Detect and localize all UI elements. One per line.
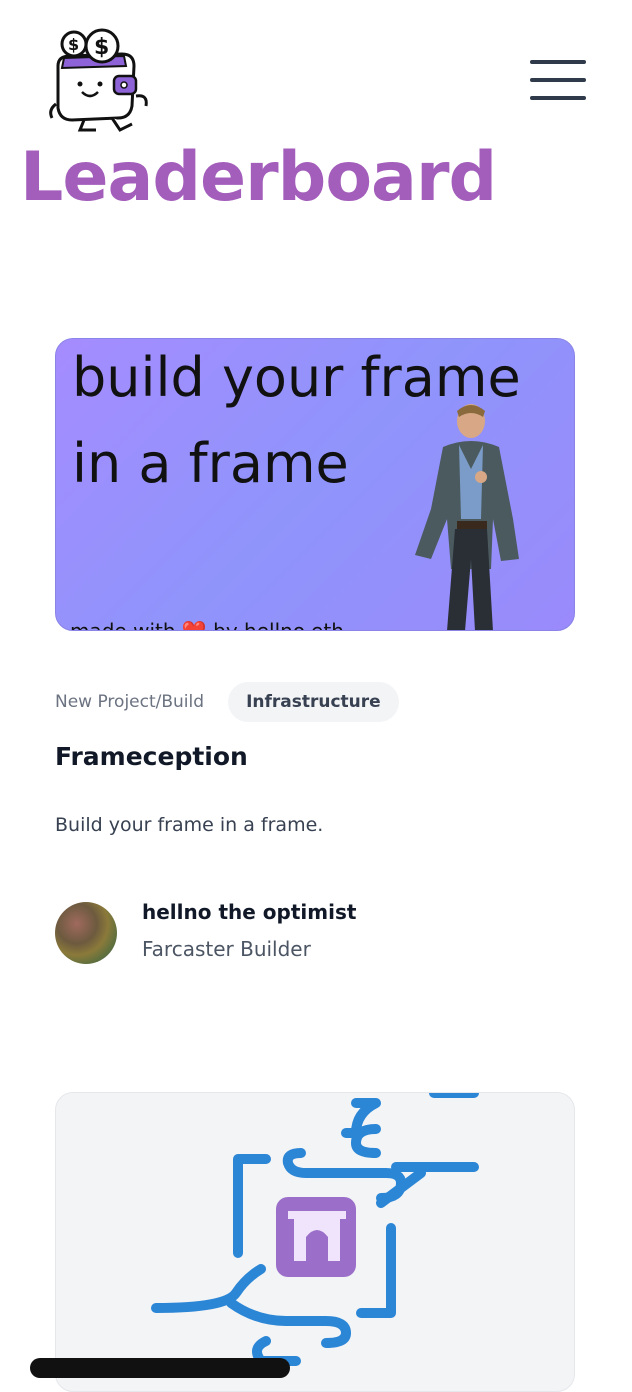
arch-frame-icon	[151, 1093, 479, 1366]
tag-badge[interactable]: Infrastructure	[228, 682, 399, 722]
author-role: Farcaster Builder	[142, 937, 311, 961]
project-description: Build your frame in a frame.	[55, 814, 324, 836]
project-image[interactable]	[55, 1092, 575, 1392]
avatar	[55, 902, 117, 964]
menu-button[interactable]	[530, 60, 586, 102]
walking-man-image	[415, 404, 519, 630]
bottom-nav-bar[interactable]	[30, 1358, 290, 1378]
page-title: Leaderboard	[20, 138, 497, 217]
project-tags: New Project/Build Infrastructure	[55, 681, 399, 723]
made-with-credit: made with ❤️ by hellno.eth	[70, 619, 344, 631]
wallet-mascot-icon[interactable]: $ $	[44, 26, 154, 136]
project-image[interactable]: build your frame in a frame made with ❤️…	[55, 338, 575, 631]
svg-text:$: $	[94, 35, 109, 60]
svg-text:$: $	[68, 35, 79, 54]
heart-icon: ❤️	[181, 619, 207, 631]
hamburger-icon	[530, 60, 586, 64]
project-title[interactable]: Frameception	[55, 742, 248, 771]
category-label: New Project/Build	[55, 692, 205, 712]
author-info[interactable]: hellno the optimist Farcaster Builder	[55, 900, 455, 964]
header: $ $	[0, 0, 632, 140]
author-name: hellno the optimist	[142, 900, 357, 924]
